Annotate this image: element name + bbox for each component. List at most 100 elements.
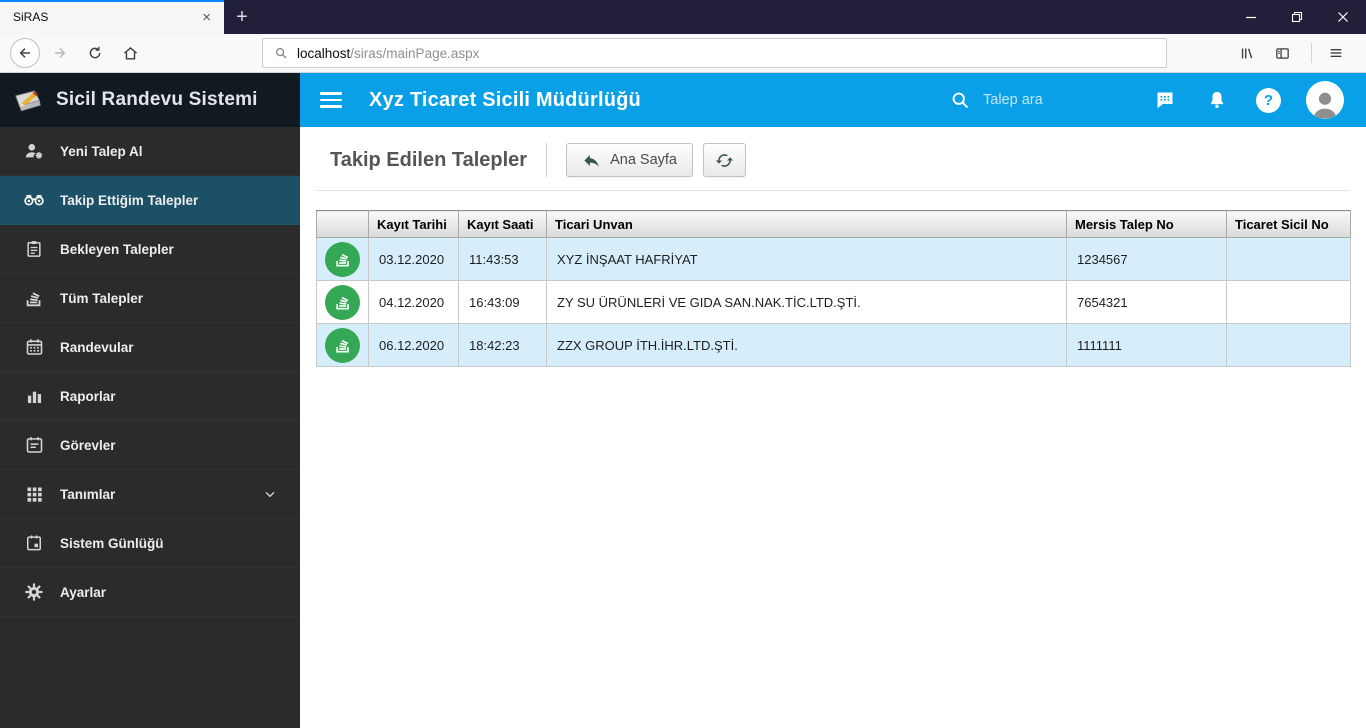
cell-kayit-saati: 16:43:09 [458, 280, 547, 324]
sidebar-toggle-button[interactable] [1267, 38, 1297, 68]
bar-chart-icon [22, 386, 46, 407]
chevron-down-icon [262, 486, 278, 502]
restore-icon [1291, 11, 1303, 23]
person-icon [1313, 92, 1337, 119]
minimize-icon [1246, 16, 1256, 19]
app-header: Xyz Ticaret Sicili Müdürlüğü Talep ara ? [300, 73, 1366, 127]
table-row[interactable]: 03.12.2020 11:43:53 XYZ İNŞAAT HAFRİYAT 123… [316, 237, 1351, 281]
row-action-cell [316, 280, 369, 324]
sidebar-item-tanimlar[interactable]: Tanımlar [0, 470, 300, 519]
header-actions: Talep ara ? [950, 81, 1344, 119]
cell-ticaret-sicil-no [1226, 323, 1351, 367]
page-title: Takip Edilen Talepler [330, 148, 528, 171]
row-action-cell [316, 323, 369, 367]
column-header[interactable]: Mersis Talep No [1066, 210, 1227, 238]
browser-tab-siras[interactable]: SiRAS × [0, 0, 224, 34]
followed-request-stack-icon[interactable] [325, 284, 360, 320]
column-header[interactable]: Ticari Unvan [546, 210, 1067, 238]
toolbar-divider [1311, 43, 1312, 63]
app-logo-icon [13, 87, 45, 114]
table-header-row: Kayıt Tarihi Kayıt Saati Ticari Unvan Mersi… [316, 210, 1351, 238]
calendar-icon [22, 336, 46, 358]
url-bar[interactable]: localhost/siras/mainPage.aspx [262, 38, 1167, 68]
cell-ticari-unvan: ZY SU ÜRÜNLERİ VE GIDA SAN.NAK.TİC.LTD.Ş… [546, 280, 1067, 324]
cell-mersis-talep-no: 1234567 [1066, 237, 1227, 281]
refresh-icon [715, 151, 734, 170]
sidebar-item-sistem-gunlugu[interactable]: Sistem Günlüğü [0, 519, 300, 568]
home-button-label: Ana Sayfa [610, 152, 678, 168]
tab-title: SiRAS [13, 10, 49, 24]
cell-mersis-talep-no: 1111111 [1066, 323, 1227, 367]
window-close-button[interactable] [1320, 0, 1366, 34]
column-header[interactable]: Kayıt Saati [458, 210, 547, 238]
back-button[interactable] [10, 38, 40, 68]
cell-kayit-tarihi: 06.12.2020 [368, 323, 459, 367]
tab-close-icon[interactable]: × [197, 10, 216, 25]
user-avatar[interactable] [1306, 81, 1344, 119]
event-note-icon [22, 434, 46, 456]
clipboard-icon [22, 238, 46, 260]
sidebar-item-label: Tanımlar [60, 486, 116, 502]
refresh-button[interactable] [703, 143, 747, 177]
reply-arrow-icon [582, 151, 601, 170]
grid-icon [22, 484, 46, 505]
column-header[interactable]: Kayıt Tarihi [368, 210, 459, 238]
table-row[interactable]: 06.12.2020 18:42:23 ZZX GROUP İTH.İHR.LTD.… [316, 323, 1351, 367]
section-divider [316, 190, 1350, 191]
help-icon[interactable]: ? [1256, 87, 1281, 113]
search-icon[interactable] [950, 90, 970, 110]
app-title: Sicil Randevu Sistemi [56, 89, 258, 110]
browser-toolbar: localhost/siras/mainPage.aspx [0, 34, 1366, 73]
main-panel: Xyz Ticaret Sicili Müdürlüğü Talep ara ? [300, 73, 1366, 728]
sidebar-item-label: Bekleyen Talepler [60, 241, 174, 257]
reload-button[interactable] [80, 38, 110, 68]
sidebar-item-randevular[interactable]: Randevular [0, 323, 300, 372]
browser-titlebar: SiRAS × + [0, 0, 1366, 34]
cell-kayit-tarihi: 04.12.2020 [368, 280, 459, 324]
sidebar-item-label: Görevler [60, 437, 116, 453]
sidebar-item-takip-ettigim-talepler[interactable]: Takip Ettiğim Talepler [0, 176, 300, 225]
sidebar-item-tum-talepler[interactable]: Tüm Talepler [0, 274, 300, 323]
notifications-bell-icon[interactable] [1206, 89, 1228, 111]
firefox-window: SiRAS × + localhost /siras/mainPage.aspx… [0, 0, 1366, 728]
sidebar-item-bekleyen-talepler[interactable]: Bekleyen Talepler [0, 225, 300, 274]
close-icon [1338, 12, 1348, 22]
content-header: Takip Edilen Talepler Ana Sayfa [316, 127, 1350, 190]
home-nav-button[interactable] [115, 38, 145, 68]
followed-request-stack-icon[interactable] [325, 241, 360, 277]
library-icon [1241, 48, 1252, 58]
home-button[interactable]: Ana Sayfa [566, 143, 694, 177]
library-button[interactable] [1232, 38, 1262, 68]
app-area: Sicil Randevu Sistemi Yeni Talep Al Takip… [0, 73, 1366, 728]
followed-request-stack-icon[interactable] [325, 327, 360, 363]
stack-icon [22, 287, 46, 309]
column-header[interactable] [316, 210, 369, 238]
sidebar-item-raporlar[interactable]: Raporlar [0, 372, 300, 421]
table-row[interactable]: 04.12.2020 16:43:09 ZY SU ÜRÜNLERİ VE GIDA… [316, 280, 1351, 324]
reload-icon [89, 46, 101, 59]
row-action-cell [316, 237, 369, 281]
browser-menu-button[interactable] [1321, 38, 1351, 68]
sidebar: Sicil Randevu Sistemi Yeni Talep Al Takip… [0, 73, 300, 728]
column-header[interactable]: Ticaret Sicil No [1226, 210, 1351, 238]
sidebar-toggle-icon [1275, 47, 1289, 59]
url-path: /siras/mainPage.aspx [350, 45, 480, 61]
sidebar-item-label: Randevular [60, 339, 134, 355]
sidebar-item-gorevler[interactable]: Görevler [0, 421, 300, 470]
menu-toggle-icon[interactable] [320, 92, 342, 108]
back-arrow-icon [19, 48, 30, 58]
sidebar-item-yeni-talep-al[interactable]: Yeni Talep Al [0, 127, 300, 176]
search-input[interactable]: Talep ara [983, 92, 1123, 108]
binoculars-icon [22, 189, 46, 211]
sidebar-item-ayarlar[interactable]: Ayarlar [0, 568, 300, 617]
sidebar-item-label: Yeni Talep Al [60, 143, 143, 159]
sidebar-item-label: Takip Ettiğim Talepler [60, 192, 199, 208]
messages-icon[interactable] [1153, 88, 1177, 112]
sidebar-item-label: Raporlar [60, 388, 116, 404]
cell-ticaret-sicil-no [1226, 280, 1351, 324]
office-title: Xyz Ticaret Sicili Müdürlüğü [369, 88, 641, 111]
new-tab-button[interactable]: + [224, 0, 260, 34]
forward-button[interactable] [45, 38, 75, 68]
window-minimize-button[interactable] [1228, 0, 1274, 34]
window-restore-button[interactable] [1274, 0, 1320, 34]
